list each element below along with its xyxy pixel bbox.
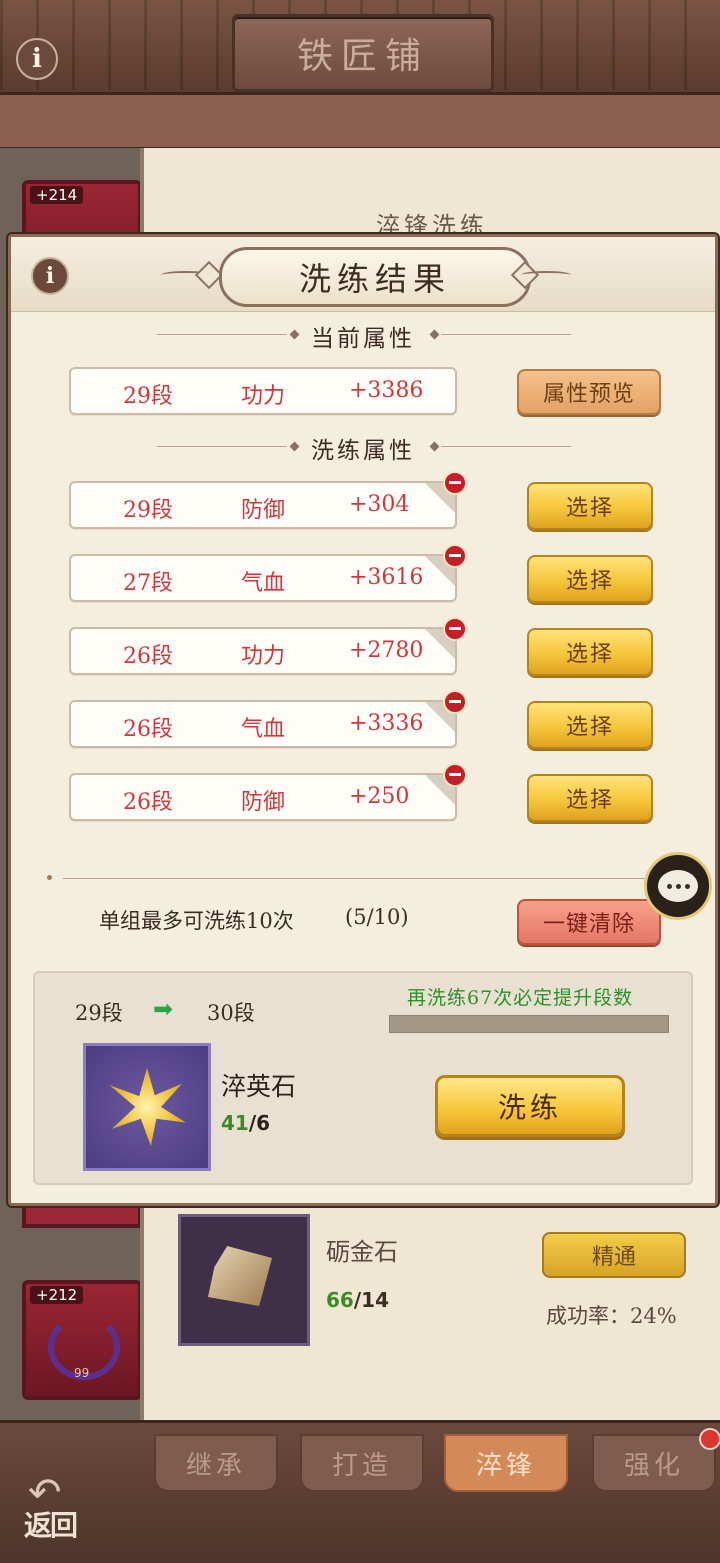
refine-option-row: 26段 防御 +250 <box>69 773 457 821</box>
attribute-preview-button[interactable]: 属性预览 <box>517 369 661 415</box>
tab-enhance[interactable]: 强化 <box>592 1434 716 1492</box>
attr-value: +2780 <box>349 638 424 663</box>
success-rate: 成功率：24% <box>546 1304 677 1328</box>
refine-panel: 29段 ➡ 30段 再洗练67次必定提升段数 淬英石 41/6 洗练 <box>33 971 693 1185</box>
guarantee-text: 再洗练67次必定提升段数 <box>407 987 634 1009</box>
refine-limit-count: (5/10) <box>345 905 409 929</box>
attr-segment: 26段 <box>123 644 173 669</box>
divider <box>441 334 571 335</box>
attr-value: +3386 <box>349 378 424 403</box>
lock-icon[interactable] <box>425 471 467 513</box>
arrow-right-icon: ➡ <box>153 995 174 1023</box>
select-button[interactable]: 选择 <box>527 482 653 530</box>
equipment-level: 99 <box>74 1366 90 1380</box>
chat-bubble-icon[interactable] <box>644 852 712 920</box>
divider <box>441 446 571 447</box>
lock-icon[interactable] <box>425 763 467 805</box>
refine-option-row: 27段 气血 +3616 <box>69 554 457 602</box>
attr-name: 气血 <box>241 717 286 742</box>
refine-option-row: 26段 气血 +3336 <box>69 700 457 748</box>
stone-have: 41 <box>221 1111 249 1135</box>
attr-value: +250 <box>349 784 410 809</box>
refine-result-modal: i 洗练结果 当前属性 29段 功力 +3386 属性预览 洗练属性 29段 防… <box>8 234 718 1206</box>
section-heading-current: 当前属性 <box>311 326 415 352</box>
tab-inherit[interactable]: 继承 <box>154 1434 278 1492</box>
attr-name: 功力 <box>241 384 286 409</box>
select-button[interactable]: 选择 <box>527 555 653 603</box>
divider-dot <box>47 875 52 880</box>
tab-temper[interactable]: 淬锋 <box>444 1434 568 1492</box>
lock-icon[interactable] <box>425 544 467 586</box>
material-have: 66 <box>326 1288 354 1312</box>
select-button[interactable]: 选择 <box>527 628 653 676</box>
info-icon[interactable]: i <box>16 38 58 80</box>
select-button[interactable]: 选择 <box>527 774 653 822</box>
stone-count: 41/6 <box>221 1111 270 1135</box>
attr-value: +304 <box>349 492 410 517</box>
material-count: 66/14 <box>326 1288 389 1312</box>
segment-to: 30段 <box>207 1001 255 1025</box>
notification-dot <box>699 1428 720 1450</box>
material-name: 砺金石 <box>326 1238 398 1266</box>
attr-name: 防御 <box>241 790 286 815</box>
attr-segment: 29段 <box>123 498 173 523</box>
equipment-card[interactable]: +212 99 <box>22 1280 142 1400</box>
attr-name: 功力 <box>241 644 286 669</box>
refine-option-row: 26段 功力 +2780 <box>69 627 457 675</box>
back-button[interactable]: ↶ 返回 <box>18 1470 92 1542</box>
stone-need: /6 <box>248 1111 271 1135</box>
mastery-button[interactable]: 精通 <box>542 1232 686 1278</box>
gem-stone-icon <box>109 1068 186 1146</box>
equipment-level-tag: +214 <box>30 186 84 204</box>
screen-title: 铁匠铺 <box>232 14 494 92</box>
roof-beam <box>0 92 720 150</box>
chat-bubble-inner <box>658 870 698 902</box>
select-button[interactable]: 选择 <box>527 701 653 749</box>
material-need: /14 <box>353 1288 389 1312</box>
attr-segment: 26段 <box>123 717 173 742</box>
refine-limit-text: 单组最多可洗练10次 <box>99 909 294 933</box>
lock-icon[interactable] <box>425 617 467 659</box>
current-attribute: 29段 功力 +3386 <box>69 367 457 415</box>
stone-slot[interactable] <box>83 1043 211 1171</box>
modal-header: i 洗练结果 <box>11 237 715 312</box>
attr-value: +3616 <box>349 565 424 590</box>
attr-segment: 27段 <box>123 571 173 596</box>
back-label: 返回 <box>24 1509 78 1542</box>
attr-value: +3336 <box>349 711 424 736</box>
refine-option-row: 29段 防御 +304 <box>69 481 457 529</box>
attr-name: 防御 <box>241 498 286 523</box>
section-heading-refine: 洗练属性 <box>311 438 415 464</box>
lock-icon[interactable] <box>425 690 467 732</box>
tab-forge[interactable]: 打造 <box>300 1434 424 1492</box>
info-icon[interactable]: i <box>31 257 69 295</box>
stone-name: 淬英石 <box>221 1072 297 1101</box>
clear-all-button[interactable]: 一键清除 <box>517 899 661 945</box>
equipment-level-tag: +212 <box>30 1286 84 1304</box>
modal-title: 洗练结果 <box>298 260 451 298</box>
attr-segment: 26段 <box>123 790 173 815</box>
segment-from: 29段 <box>75 1001 123 1025</box>
title-swirl-right <box>521 271 571 279</box>
attr-segment: 29段 <box>123 384 173 409</box>
guarantee-progress-bar <box>389 1015 669 1033</box>
divider <box>63 878 655 879</box>
modal-title-frame: 洗练结果 <box>219 247 531 307</box>
attr-name: 气血 <box>241 571 286 596</box>
refine-button[interactable]: 洗练 <box>435 1075 625 1137</box>
